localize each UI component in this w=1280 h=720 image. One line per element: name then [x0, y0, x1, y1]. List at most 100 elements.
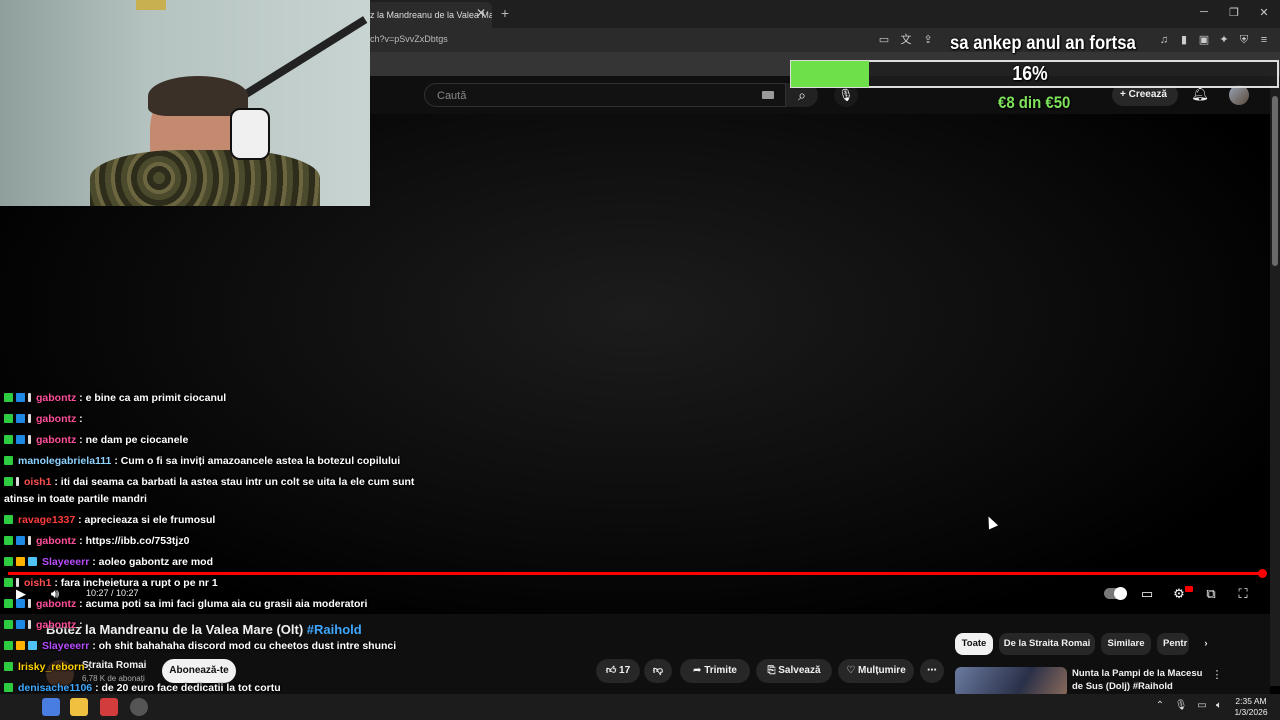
- chat-message: gabontz :: [4, 619, 83, 631]
- menu-icon[interactable]: ≡: [1256, 32, 1272, 48]
- chat-message: denisache1106 : de 20 euro face dedicati…: [4, 682, 281, 694]
- autoplay-toggle-knob[interactable]: [1114, 587, 1127, 600]
- chat-message: oish1 : iti dai seama ca barbati la aste…: [4, 476, 414, 488]
- file-explorer-icon[interactable]: [70, 698, 88, 716]
- thanks-button[interactable]: ♡ Mulțumire: [838, 659, 914, 683]
- chat-badge-icon: [4, 393, 13, 402]
- browser-tab-active[interactable]: z la Mandreanu de la Valea Mare: [362, 2, 492, 28]
- subtitles-icon[interactable]: ▭: [1138, 585, 1156, 603]
- restore-icon[interactable]: ❐: [1224, 6, 1244, 22]
- chat-badge-icon: [16, 435, 25, 444]
- chat-message: gabontz : acuma poti sa imi faci gluma a…: [4, 598, 367, 610]
- search-icon: ⌕: [798, 87, 806, 103]
- dislike-button[interactable]: 👎︎: [644, 659, 672, 683]
- chat-username: gabontz: [36, 392, 77, 404]
- chat-text: : aprecieaza si ele frumosul: [78, 514, 216, 526]
- donation-goal-title: sa ankep anul an fortsa: [950, 33, 1136, 54]
- chat-message: gabontz : https://ibb.co/753tjz0: [4, 535, 189, 547]
- notifications-bell-icon[interactable]: 🔔︎: [1190, 85, 1210, 105]
- recommendation-more-icon[interactable]: ⋮: [1211, 668, 1223, 684]
- translate-icon[interactable]: 文: [898, 32, 914, 48]
- taskbar-app-icon-2[interactable]: [100, 698, 118, 716]
- miniplayer-icon[interactable]: ⧉: [1202, 585, 1220, 603]
- chip-all[interactable]: Toate: [955, 633, 993, 655]
- save-label: Salvează: [778, 665, 821, 676]
- recommendation-title[interactable]: Nunta la Pampi de la Macesu de Sus (Dolj…: [1072, 667, 1212, 691]
- chat-badge-icon: [4, 456, 13, 465]
- chat-badge-icon: [4, 414, 13, 423]
- chat-badge-icon: [28, 435, 31, 444]
- media-icon[interactable]: ♫: [1156, 32, 1172, 48]
- chat-badge-icon: [4, 641, 13, 650]
- keyboard-icon[interactable]: [762, 91, 774, 99]
- chat-badge-icon: [28, 536, 31, 545]
- search-input[interactable]: Caută: [424, 83, 786, 107]
- tray-microphone-icon[interactable]: 🎙: [1174, 699, 1188, 713]
- microphone: [230, 108, 270, 160]
- chat-username: denisache1106: [18, 682, 93, 694]
- obs-icon[interactable]: [130, 698, 148, 716]
- tray-network-icon[interactable]: ▭: [1195, 699, 1209, 713]
- chat-badge-icon: [28, 599, 31, 608]
- chat-message: lrisky_reborn :: [4, 661, 91, 673]
- scrollbar-thumb[interactable]: [1272, 96, 1278, 266]
- tray-chevron-icon[interactable]: ⌃: [1153, 699, 1167, 713]
- chat-badge-icon: [4, 578, 13, 587]
- donation-goal-amount: €8 din €50: [998, 93, 1071, 112]
- share-button[interactable]: ➦ Trimite: [680, 659, 750, 683]
- new-tab-icon[interactable]: +: [498, 5, 512, 21]
- taskbar-clock-time[interactable]: 2:35 AM: [1234, 696, 1268, 706]
- chip-similar[interactable]: Similare: [1101, 633, 1151, 655]
- chat-message: Slayeeerr : oh shit bahahaha discord mod…: [4, 640, 396, 652]
- chat-badge-icon: [4, 515, 13, 524]
- chat-text: : fara incheietura a rupt o pe nr 1: [54, 577, 218, 589]
- close-window-icon[interactable]: ✕: [1254, 6, 1274, 22]
- bookmark-icon: ⎘: [767, 665, 779, 676]
- chat-badge-icon: [16, 641, 25, 650]
- chat-username: ravage1337: [18, 514, 76, 526]
- cast-icon[interactable]: ▭: [876, 32, 892, 48]
- copilot-icon[interactable]: ✦: [1216, 32, 1232, 48]
- shield-icon[interactable]: ⛨: [1236, 32, 1252, 48]
- chip-for-you[interactable]: Pentr: [1157, 633, 1189, 655]
- more-actions-icon[interactable]: ⋯: [920, 659, 944, 683]
- sidebar-icon[interactable]: ▮: [1176, 32, 1192, 48]
- progress-scrubber[interactable]: [1258, 569, 1267, 578]
- chip-from-channel[interactable]: De la Straita Romai: [999, 633, 1095, 655]
- chat-username: lrisky_reborn: [18, 661, 85, 673]
- recommendation-thumbnail[interactable]: [955, 667, 1067, 697]
- wallet-icon[interactable]: ▣: [1196, 32, 1212, 48]
- share-icon[interactable]: ⇪: [920, 32, 936, 48]
- plus-icon: +: [1120, 89, 1129, 100]
- minimize-icon[interactable]: ─: [1194, 6, 1214, 22]
- chat-username: gabontz: [36, 413, 77, 425]
- tray-volume-icon[interactable]: 🔈︎: [1212, 699, 1226, 713]
- chat-message: oish1 : fara incheietura a rupt o pe nr …: [4, 577, 218, 589]
- chat-text: : e bine ca am primit ciocanul: [79, 392, 227, 404]
- chat-text: : iti dai seama ca barbati la astea stau…: [54, 476, 415, 488]
- account-avatar[interactable]: [1229, 85, 1249, 105]
- chat-text: : aoleo gabontz are mod: [92, 556, 213, 568]
- chat-message: atinse in toate partile mandri: [4, 493, 147, 505]
- chat-badge-icon: [16, 393, 25, 402]
- chat-message: gabontz : ne dam pe ciocanele: [4, 434, 188, 446]
- save-button[interactable]: ⎘ Salvează: [756, 659, 832, 683]
- hd-badge: [1185, 586, 1193, 592]
- like-button[interactable]: 👍︎ 17: [596, 659, 640, 683]
- donation-goal-fill: [791, 61, 869, 87]
- chat-text: :: [79, 619, 83, 631]
- chevron-right-icon[interactable]: ›: [1196, 633, 1216, 655]
- chat-username: gabontz: [36, 619, 77, 631]
- chat-badge-icon: [16, 578, 19, 587]
- taskbar-app-icon[interactable]: [42, 698, 60, 716]
- chat-badge-icon: [4, 599, 13, 608]
- url-text[interactable]: ch?v=pSvvZxDbtgs: [370, 34, 448, 44]
- chat-message: ravage1337 : aprecieaza si ele frumosul: [4, 514, 215, 526]
- close-tab-icon[interactable]: ✕: [474, 6, 488, 20]
- taskbar-clock-date[interactable]: 1/3/2026: [1234, 707, 1268, 717]
- chat-overlay: gabontz : e bine ca am primit ciocanul ga…: [0, 390, 440, 720]
- chat-username: Slayeeerr: [42, 556, 90, 568]
- fullscreen-icon[interactable]: ⛶: [1234, 585, 1252, 603]
- share-arrow-icon: ➦: [693, 665, 705, 676]
- chat-username: oish1: [24, 577, 52, 589]
